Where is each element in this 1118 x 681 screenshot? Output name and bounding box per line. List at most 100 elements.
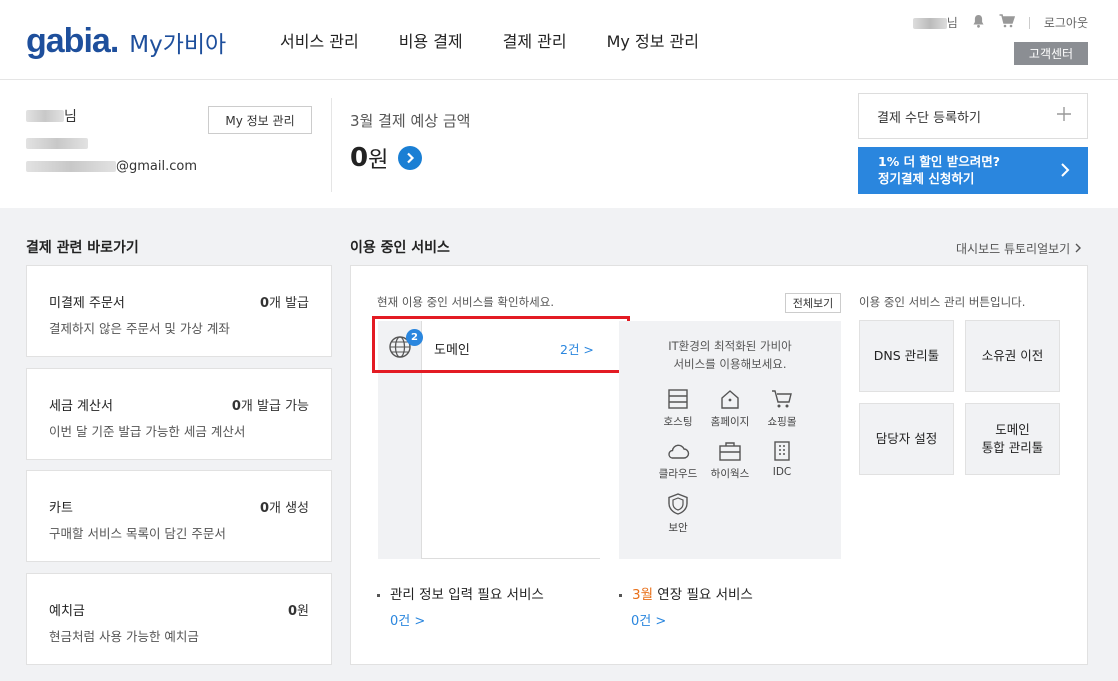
expected-payment-amount: 0 원 [350, 142, 423, 174]
header-user[interactable]: 님 [912, 14, 958, 31]
view-all-button[interactable]: 전체보기 [785, 293, 841, 313]
blurred-phone [26, 138, 88, 149]
cart-icon[interactable] [999, 14, 1015, 31]
utility-bar: 님 로그아웃 [912, 14, 1088, 31]
domain-count[interactable]: 2건 > [560, 339, 594, 358]
header-user-suffix: 님 [946, 16, 958, 30]
product-label: 하이웍스 [710, 468, 750, 480]
logo-dot: . [109, 22, 120, 60]
logo-subtitle: My가비아 [129, 32, 227, 58]
card-value: 0개 발급 [260, 292, 309, 311]
renewal-month: 3월 [632, 587, 654, 603]
product-label: IDC [772, 466, 792, 478]
product-promo-text: IT환경의 최적화된 가비아 서비스를 이용해보세요. [619, 337, 841, 373]
ownership-transfer-button[interactable]: 소유권 이전 [965, 320, 1060, 392]
blurred-email [26, 161, 116, 172]
nav-payment-management[interactable]: 결제 관리 [503, 28, 567, 52]
briefcase-icon [705, 441, 755, 461]
dashboard-tutorial-link[interactable]: 대시보드 튜토리얼보기 [956, 240, 1082, 257]
product-hosting[interactable]: 호스팅 [653, 389, 703, 429]
logo-word: gabia [26, 22, 111, 60]
product-hiworks[interactable]: 하이웍스 [705, 441, 755, 481]
service-item-domain[interactable]: 2 도메인 2건 > [378, 321, 600, 371]
renewal-required-services: 3월 연장 필요 서비스 [619, 583, 753, 603]
card-title: 미결제 주문서 [49, 296, 125, 311]
customer-center-button[interactable]: 고객센터 [1014, 42, 1088, 65]
tutorial-link-label: 대시보드 튜토리얼보기 [956, 242, 1071, 256]
product-homepage[interactable]: 홈페이지 [705, 389, 755, 429]
nav-cost-payment[interactable]: 비용 결제 [399, 28, 463, 52]
account-summary: 님 @gmail.com My 정보 관리 3월 결제 예상 금액 0 원 결제… [0, 80, 1118, 208]
user-profile: 님 @gmail.com [26, 106, 197, 174]
card-value-number: 0 [259, 501, 269, 516]
renewal-label: 연장 필요 서비스 [653, 587, 753, 603]
product-promo-grid: IT환경의 최적화된 가비아 서비스를 이용해보세요. 호스팅 홈페이지 쇼핑몰… [619, 321, 841, 559]
plus-icon [1057, 107, 1071, 125]
building-icon [757, 441, 807, 461]
card-description: 구매할 서비스 목록이 담긴 주문서 [49, 526, 226, 541]
card-description: 현금처럼 사용 가능한 예치금 [49, 629, 199, 644]
card-value-number: 0 [259, 296, 269, 311]
product-idc[interactable]: IDC [757, 441, 807, 478]
card-cart[interactable]: 카트 0개 생성 구매할 서비스 목록이 담긴 주문서 [26, 470, 332, 562]
card-description: 이번 달 기준 발급 가능한 세금 계산서 [49, 424, 246, 439]
product-label: 보안 [668, 522, 688, 534]
bullet [377, 593, 380, 597]
domain-count-badge: 2 [406, 329, 423, 346]
gabia-logo[interactable]: gabia . My가비아 [26, 22, 226, 60]
card-title: 예치금 [49, 604, 85, 619]
service-list: 2 도메인 2건 > [378, 321, 600, 559]
services-in-use-title: 이용 중인 서비스 [350, 240, 450, 256]
profile-phone [26, 138, 197, 153]
register-payment-method-button[interactable]: 결제 수단 등록하기 [858, 93, 1088, 139]
server-icon [653, 389, 703, 409]
card-unpaid-orders[interactable]: 미결제 주문서 0개 발급 결제하지 않은 주문서 및 가상 계좌 [26, 265, 332, 357]
info-required-count[interactable]: 0건 > [390, 610, 425, 629]
profile-name: 님 [26, 106, 197, 126]
dns-management-tool-button[interactable]: DNS 관리툴 [859, 320, 954, 392]
domain-label: 도메인 [434, 343, 470, 358]
product-shoppingmall[interactable]: 쇼핑몰 [757, 389, 807, 429]
subscription-promo-button[interactable]: 1% 더 할인 받으려면? 정기결제 신청하기 [858, 147, 1088, 194]
info-required-services: 관리 정보 입력 필요 서비스 [377, 583, 544, 603]
domain-integrated-tool-button[interactable]: 도메인 통합 관리툴 [965, 403, 1060, 475]
email-domain: @gmail.com [116, 159, 198, 174]
product-security[interactable]: 보안 [653, 493, 703, 535]
promo-line-2: 정기결제 신청하기 [878, 171, 975, 186]
card-deposit[interactable]: 예치금 0원 현금처럼 사용 가능한 예치금 [26, 573, 332, 665]
payment-detail-arrow-icon[interactable] [398, 146, 423, 170]
bell-icon[interactable] [972, 14, 985, 31]
contact-settings-button[interactable]: 담당자 설정 [859, 403, 954, 475]
utility-separator [1028, 16, 1030, 29]
product-label: 쇼핑몰 [767, 416, 797, 428]
logout-link[interactable]: 로그아웃 [1044, 14, 1088, 31]
management-hint: 이용 중인 서비스 관리 버튼입니다. [859, 295, 1026, 309]
promo-line-1: 1% 더 할인 받으려면? [878, 154, 1001, 169]
nav-my-info[interactable]: My 정보 관리 [607, 28, 699, 52]
card-value-unit: 개 발급 가능 [240, 399, 309, 414]
my-info-button[interactable]: My 정보 관리 [208, 106, 312, 134]
expected-payment-label: 3월 결제 예상 금액 [350, 112, 471, 130]
renewal-required-count[interactable]: 0건 > [631, 610, 666, 629]
blurred-username [912, 18, 947, 29]
card-value-unit: 개 생성 [268, 501, 309, 516]
blurred-name [26, 110, 64, 122]
globe-icon: 2 [388, 329, 423, 359]
card-value-number: 0 [231, 399, 241, 414]
info-required-label: 관리 정보 입력 필요 서비스 [390, 587, 544, 603]
shield-icon [653, 493, 703, 515]
card-description: 결제하지 않은 주문서 및 가상 계좌 [49, 321, 230, 336]
product-label: 호스팅 [663, 416, 693, 428]
nav-service-management[interactable]: 서비스 관리 [280, 28, 359, 52]
chevron-right-icon [1060, 159, 1070, 183]
register-payment-label: 결제 수단 등록하기 [877, 110, 981, 126]
services-hint: 현재 이용 중인 서비스를 확인하세요. [377, 295, 554, 309]
services-panel: 현재 이용 중인 서비스를 확인하세요. 전체보기 2 도메인 2건 > IT환… [350, 265, 1088, 665]
product-cloud[interactable]: 클라우드 [653, 441, 703, 481]
product-promo-line-1: IT환경의 최적화된 가비아 [668, 339, 792, 353]
card-tax-invoice[interactable]: 세금 계산서 0개 발급 가능 이번 달 기준 발급 가능한 세금 계산서 [26, 368, 332, 460]
main-nav: 서비스 관리 비용 결제 결제 관리 My 정보 관리 [280, 28, 699, 52]
card-title: 카트 [49, 501, 73, 516]
product-label: 홈페이지 [710, 416, 750, 428]
payment-number: 0 [350, 143, 369, 173]
